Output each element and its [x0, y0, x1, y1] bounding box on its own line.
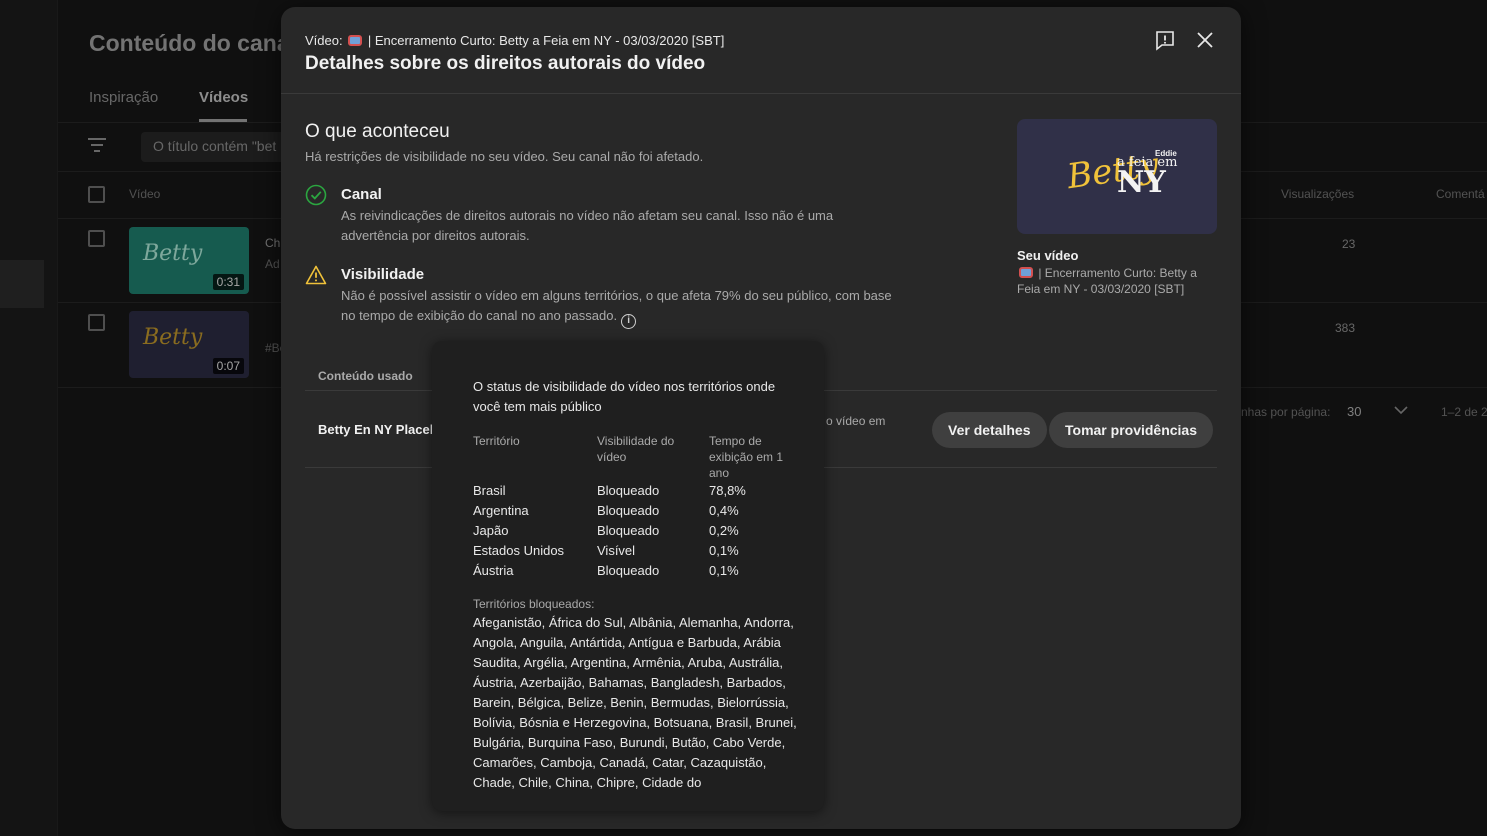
watchtime-cell: 0,4%: [709, 503, 739, 518]
territory-cell: Brasil: [473, 483, 506, 498]
visibility-cell: Bloqueado: [597, 503, 660, 518]
check-circle-icon: [305, 184, 327, 206]
blocked-territories-label: Territórios bloqueados:: [473, 597, 595, 611]
close-icon[interactable]: [1194, 29, 1216, 51]
visibility-tooltip: O status de visibilidade do vídeo nos te…: [432, 341, 824, 811]
tooltip-heading: O status de visibilidade do vídeo nos te…: [473, 379, 776, 414]
blocked-territories-list: Afeganistão, África do Sul, Albânia, Ale…: [473, 615, 797, 790]
territory-cell: Áustria: [473, 563, 514, 578]
dialog-title: Detalhes sobre os direitos autorais do v…: [305, 53, 706, 74]
view-details-button[interactable]: Ver detalhes: [932, 412, 1047, 448]
watchtime-cell: 0,1%: [709, 563, 739, 578]
warning-icon: [305, 265, 327, 285]
territory-cell: Argentina: [473, 503, 529, 518]
claim-content-desc: o vídeo em: [826, 414, 886, 428]
claim-content-name: Betty En NY Placeho: [318, 422, 446, 437]
what-happened-subtitle: Há restrições de visibilidade no seu víd…: [305, 149, 704, 164]
dialog-subtitle: Vídeo: | Encerramento Curto: Betty a Fei…: [305, 33, 724, 48]
territory-cell: Japão: [473, 523, 509, 538]
dialog-header: Vídeo: | Encerramento Curto: Betty a Fei…: [281, 7, 1241, 94]
column-visibility: Visibilidade do vídeo: [597, 434, 675, 464]
visibility-cell: Bloqueado: [597, 563, 660, 578]
your-video-title-text: | Encerramento Curto: Betty a Feia em NY…: [1017, 266, 1197, 296]
visibility-title: Visibilidade: [341, 266, 425, 283]
content-used-header: Conteúdo usado: [318, 369, 413, 383]
watchtime-cell: 0,2%: [709, 523, 739, 538]
territory-cell: Estados Unidos: [473, 543, 565, 558]
tv-emoji-icon: [348, 35, 363, 46]
take-action-button[interactable]: Tomar providências: [1049, 412, 1214, 448]
visibility-text: Não é possível assistir o vídeo em algun…: [341, 286, 901, 329]
watchtime-cell: 0,1%: [709, 543, 739, 558]
column-territory: Território: [473, 434, 520, 448]
your-video-label: Seu vídeo: [1017, 248, 1079, 263]
subtitle-video-title: | Encerramento Curto: Betty a Feia em NY…: [367, 33, 725, 48]
visibility-cell: Bloqueado: [597, 523, 660, 538]
what-happened-title: O que aconteceu: [305, 121, 450, 142]
visibility-cell: Visível: [597, 543, 636, 558]
visibility-cell: Bloqueado: [597, 483, 660, 498]
your-video-title: | Encerramento Curto: Betty a Feia em NY…: [1017, 265, 1217, 297]
channel-title: Canal: [341, 186, 382, 203]
visibility-description: Não é possível assistir o vídeo em algun…: [341, 288, 892, 323]
feedback-icon[interactable]: [1154, 29, 1176, 51]
your-video-thumbnail[interactable]: Betty Eddie a feia em NY: [1017, 119, 1217, 234]
channel-text: As reivindicações de direitos autorais n…: [341, 208, 834, 243]
subtitle-prefix: Vídeo:: [305, 33, 343, 48]
tv-emoji-icon: [1019, 267, 1033, 278]
thumbnail-logo-ny: NY: [1117, 165, 1166, 200]
watchtime-cell: 78,8%: [709, 483, 746, 498]
info-icon[interactable]: i: [621, 314, 637, 329]
column-watchtime: Tempo de exibição em 1 ano: [709, 434, 784, 480]
